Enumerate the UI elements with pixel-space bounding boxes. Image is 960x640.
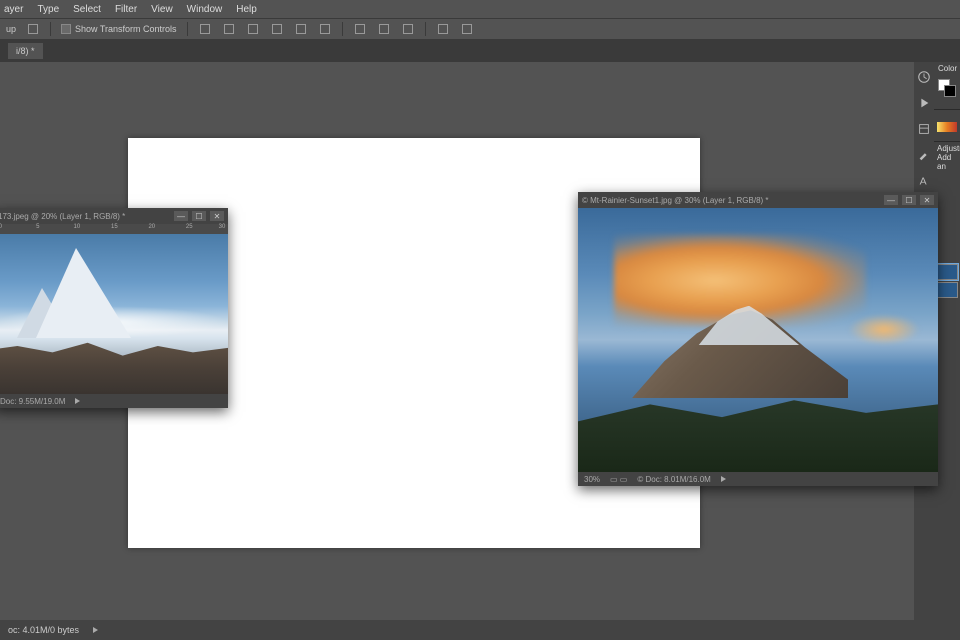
ruler-tick: 15 bbox=[111, 224, 118, 230]
color-panel-tab[interactable]: Color bbox=[934, 62, 960, 75]
history-icon[interactable] bbox=[917, 70, 931, 84]
floating-window-2[interactable]: © Mt-Rainier-Sunset1.jpg @ 30% (Layer 1,… bbox=[578, 192, 938, 486]
menu-select[interactable]: Select bbox=[73, 4, 101, 15]
distribute-h-icon[interactable] bbox=[353, 22, 367, 36]
sunset-mountain-image bbox=[578, 208, 938, 472]
layer-thumb-1[interactable] bbox=[936, 264, 958, 280]
window2-image[interactable] bbox=[578, 208, 938, 472]
window2-zoom[interactable]: 30% bbox=[584, 475, 600, 484]
window1-titlebar[interactable]: 173.jpeg @ 20% (Layer 1, RGB/8) * — ☐ ✕ bbox=[0, 208, 228, 224]
ruler-tick: 0 bbox=[0, 224, 2, 230]
menu-bar: ayer Type Select Filter View Window Help bbox=[0, 0, 960, 18]
color-panel[interactable]: Color bbox=[934, 62, 960, 110]
ruler-tick: 25 bbox=[186, 224, 193, 230]
document-tab[interactable]: i/8) * bbox=[8, 43, 43, 59]
menu-filter[interactable]: Filter bbox=[115, 4, 137, 15]
play-icon[interactable] bbox=[917, 96, 931, 110]
align-left-icon[interactable] bbox=[198, 22, 212, 36]
color-swatches[interactable] bbox=[938, 79, 956, 97]
close-button[interactable]: ✕ bbox=[210, 211, 224, 221]
adjustments-panel[interactable]: Adjustm Add an bbox=[934, 142, 960, 173]
window2-doc-size: © Doc: 8.01M/16.0M bbox=[637, 475, 710, 484]
align-right-icon[interactable] bbox=[246, 22, 260, 36]
floating-window-1[interactable]: 173.jpeg @ 20% (Layer 1, RGB/8) * — ☐ ✕ … bbox=[0, 208, 228, 408]
adjustments-subtitle: Add an bbox=[937, 153, 957, 171]
align-center-h-icon[interactable] bbox=[222, 22, 236, 36]
align-top-icon[interactable] bbox=[270, 22, 284, 36]
maximize-button[interactable]: ☐ bbox=[192, 211, 206, 221]
menu-layer[interactable]: ayer bbox=[4, 4, 23, 15]
main-doc-size: oc: 4.01M/0 bytes bbox=[8, 625, 79, 635]
workspace: A Color Adjustm Add an 173.jpeg @ 20% (L… bbox=[0, 62, 960, 620]
3d-mode-icon[interactable] bbox=[436, 22, 450, 36]
ruler-tick: 20 bbox=[148, 224, 155, 230]
window1-doc-size: Doc: 9.55M/19.0M bbox=[0, 397, 65, 406]
ruler-tick: 5 bbox=[36, 224, 39, 230]
svg-text:A: A bbox=[920, 176, 927, 188]
ruler-horizontal: 0 5 10 15 20 25 30 bbox=[0, 224, 228, 234]
status-menu-icon[interactable] bbox=[93, 627, 98, 633]
adjustments-tab[interactable]: Adjustm bbox=[937, 144, 957, 153]
brush-icon[interactable] bbox=[917, 148, 931, 162]
menu-help[interactable]: Help bbox=[236, 4, 257, 15]
distribute-v-icon[interactable] bbox=[377, 22, 391, 36]
separator bbox=[50, 22, 51, 36]
icon-drop-arrow[interactable] bbox=[26, 22, 40, 36]
group-dropdown[interactable]: up bbox=[6, 24, 16, 34]
separator bbox=[342, 22, 343, 36]
align-center-v-icon[interactable] bbox=[294, 22, 308, 36]
main-statusbar: oc: 4.01M/0 bytes bbox=[0, 620, 960, 640]
window1-title: 173.jpeg @ 20% (Layer 1, RGB/8) * bbox=[0, 212, 125, 221]
document-tab-bar: i/8) * bbox=[0, 40, 960, 62]
distribute-spacing-icon[interactable] bbox=[401, 22, 415, 36]
ruler-tick: 10 bbox=[74, 224, 81, 230]
ruler-tick: 30 bbox=[219, 224, 226, 230]
status-menu-icon[interactable] bbox=[721, 476, 726, 482]
minimize-button[interactable]: — bbox=[884, 195, 898, 205]
checkbox-icon bbox=[61, 24, 71, 34]
separator bbox=[187, 22, 188, 36]
window1-image[interactable] bbox=[0, 234, 228, 394]
properties-icon[interactable] bbox=[917, 122, 931, 136]
minimize-button[interactable]: — bbox=[174, 211, 188, 221]
options-bar: up Show Transform Controls bbox=[0, 18, 960, 40]
show-transform-label: Show Transform Controls bbox=[75, 24, 177, 34]
type-icon[interactable]: A bbox=[917, 174, 931, 188]
window2-titlebar[interactable]: © Mt-Rainier-Sunset1.jpg @ 30% (Layer 1,… bbox=[578, 192, 938, 208]
separator bbox=[425, 22, 426, 36]
layer-thumb-2[interactable] bbox=[936, 282, 958, 298]
window1-statusbar: Doc: 9.55M/19.0M bbox=[0, 394, 228, 408]
close-button[interactable]: ✕ bbox=[920, 195, 934, 205]
gradient-strip[interactable] bbox=[937, 122, 957, 132]
menu-view[interactable]: View bbox=[151, 4, 173, 15]
mountain-peak-image bbox=[0, 234, 228, 394]
menu-type[interactable]: Type bbox=[37, 4, 59, 15]
background-swatch[interactable] bbox=[944, 85, 956, 97]
status-menu-icon[interactable] bbox=[75, 398, 80, 404]
menu-window[interactable]: Window bbox=[187, 4, 223, 15]
maximize-button[interactable]: ☐ bbox=[902, 195, 916, 205]
window2-statusbar: 30% ▭ ▭ © Doc: 8.01M/16.0M bbox=[578, 472, 938, 486]
window2-title: © Mt-Rainier-Sunset1.jpg @ 30% (Layer 1,… bbox=[582, 196, 769, 205]
align-bottom-icon[interactable] bbox=[318, 22, 332, 36]
show-transform-checkbox[interactable]: Show Transform Controls bbox=[61, 24, 177, 34]
window2-arrange-icons[interactable]: ▭ ▭ bbox=[610, 475, 627, 484]
swatches-panel[interactable] bbox=[934, 110, 960, 142]
mask-mode-icon[interactable] bbox=[460, 22, 474, 36]
